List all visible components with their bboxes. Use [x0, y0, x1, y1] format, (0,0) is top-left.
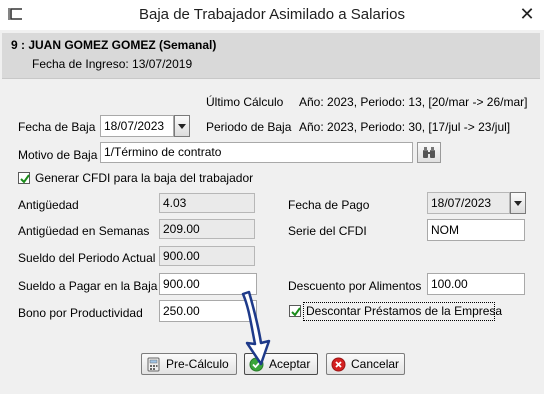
check-circle-icon: [249, 357, 264, 372]
fecha-baja-label: Fecha de Baja: [18, 120, 96, 134]
title-bar: Baja de Trabajador Asimilado a Salarios …: [0, 0, 544, 30]
fecha-baja-dropdown-button[interactable]: [174, 115, 190, 137]
fecha-baja-field[interactable]: 18/07/2023: [100, 115, 174, 137]
aceptar-button[interactable]: Aceptar: [244, 353, 318, 375]
antiguedad-label: Antigüedad: [18, 198, 79, 212]
close-button[interactable]: ✕: [510, 0, 544, 30]
cancel-icon: [331, 357, 346, 372]
ultimo-calculo-label: Último Cálculo: [206, 95, 284, 109]
descontar-prestamos-label: Descontar Préstamos de la Empresa: [306, 304, 503, 318]
generar-cfdi-label: Generar CFDI para la baja del trabajador: [35, 171, 254, 185]
periodo-baja-label: Periodo de Baja: [206, 120, 292, 134]
cancelar-label: Cancelar: [351, 357, 400, 371]
ultimo-calculo-value: Año: 2023, Periodo: 13, [20/mar -> 26/ma…: [299, 95, 528, 109]
fecha-pago-dropdown-button[interactable]: [510, 192, 526, 214]
sueldo-periodo-label: Sueldo del Periodo Actual: [18, 251, 156, 265]
hire-date: Fecha de Ingreso: 13/07/2019: [32, 57, 193, 71]
antiguedad-semanas-field: 209.00: [159, 219, 255, 239]
aceptar-label: Aceptar: [269, 357, 311, 371]
binoculars-icon: [423, 147, 435, 158]
fecha-pago-field[interactable]: 18/07/2023: [427, 192, 510, 214]
precalculo-label: Pre-Cálculo: [166, 357, 229, 371]
descuento-alimentos-field[interactable]: 100.00: [427, 273, 525, 295]
checkmark-icon: [20, 174, 30, 184]
descuento-alimentos-label: Descuento por Alimentos: [288, 279, 422, 293]
sueldo-periodo-field: 900.00: [159, 246, 255, 266]
employee-name: 9 : JUAN GOMEZ GOMEZ (Semanal): [11, 38, 217, 52]
checkmark-icon: [291, 307, 301, 317]
bono-field[interactable]: 250.00: [159, 300, 257, 322]
motivo-baja-field[interactable]: 1/Término de contrato: [100, 142, 413, 163]
serie-cfdi-field[interactable]: NOM: [427, 219, 525, 241]
motivo-search-button[interactable]: [417, 142, 441, 163]
motivo-baja-label: Motivo de Baja: [18, 148, 98, 162]
precalculo-button[interactable]: Pre-Cálculo: [141, 353, 237, 375]
bono-label: Bono por Productividad: [18, 306, 143, 320]
descontar-prestamos-checkbox[interactable]: [289, 305, 301, 317]
fecha-pago-label: Fecha de Pago: [288, 198, 370, 212]
serie-cfdi-label: Serie del CFDI: [288, 224, 367, 238]
sueldo-baja-label: Sueldo a Pagar en la Baja: [18, 279, 158, 293]
calculator-icon: [147, 357, 160, 372]
cancelar-button[interactable]: Cancelar: [326, 353, 405, 375]
dialog-window: Baja de Trabajador Asimilado a Salarios …: [0, 0, 544, 394]
antiguedad-field: 4.03: [159, 193, 255, 213]
window-title: Baja de Trabajador Asimilado a Salarios: [139, 6, 405, 23]
employee-header: 9 : JUAN GOMEZ GOMEZ (Semanal) Fecha de …: [2, 33, 540, 79]
periodo-baja-value: Año: 2023, Periodo: 30, [17/jul -> 23/ju…: [299, 120, 511, 134]
generar-cfdi-checkbox[interactable]: [18, 172, 30, 184]
sueldo-baja-field[interactable]: 900.00: [159, 273, 257, 295]
antiguedad-semanas-label: Antigüedad en Semanas: [18, 224, 150, 238]
